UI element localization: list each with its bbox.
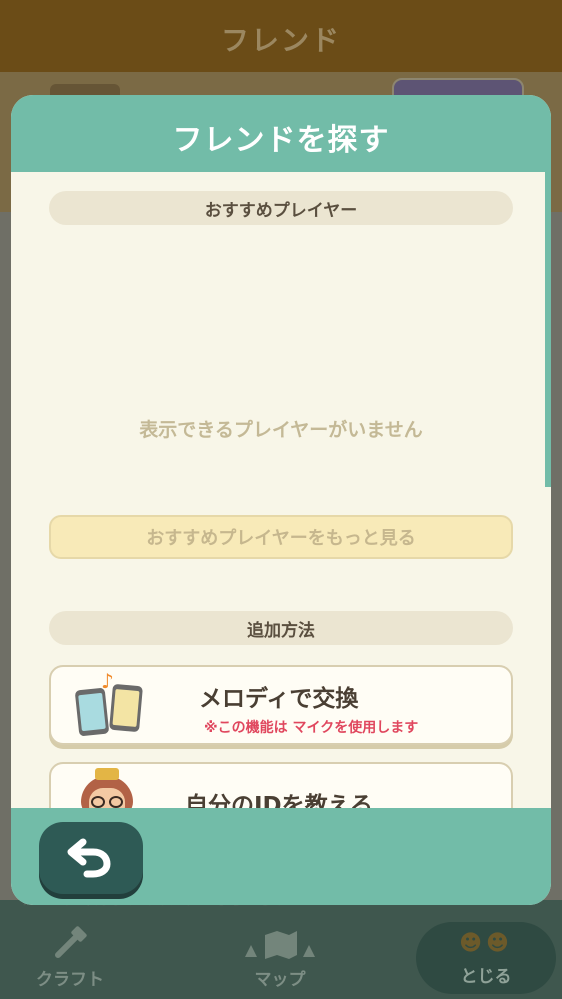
modal-title: フレンドを探す (172, 122, 390, 158)
more-recommended-button[interactable]: おすすめプレイヤーをもっと見る (49, 515, 513, 559)
empty-players-message: 表示できるプレイヤーがいません (139, 419, 423, 441)
modal-header: フレンドを探す (11, 95, 551, 172)
recommended-section-header: おすすめプレイヤー (49, 191, 513, 225)
app-header: フレンド (0, 0, 562, 72)
nav-map[interactable]: マップ (210, 925, 350, 995)
share-my-id-button[interactable]: 自分のIDを教える (49, 762, 513, 808)
phones-icon: ♪ (74, 669, 147, 739)
nav-map-label: マップ (254, 970, 306, 990)
add-methods-section-header: 追加方法 (49, 611, 513, 645)
share-my-id-label: 自分のIDを教える (185, 793, 373, 808)
microphone-note: ※この機能は マイクを使用します (204, 720, 419, 736)
back-arrow-icon (67, 834, 115, 882)
melody-exchange-label: メロディで交換 (199, 686, 359, 712)
faces-icon: ☻☻ (459, 931, 513, 956)
hammer-icon (0, 925, 140, 965)
map-icon (210, 925, 350, 965)
nav-craft-label: クラフト (36, 970, 104, 990)
modal-scroll-area[interactable]: おすすめプレイヤー 表示できるプレイヤーがいません おすすめプレイヤーをもっと見… (11, 172, 551, 808)
app-header-title: フレンド (220, 24, 341, 57)
nav-craft[interactable]: クラフト (0, 925, 140, 995)
back-button[interactable] (39, 822, 143, 894)
close-button[interactable]: ☻☻ とじる (416, 922, 556, 994)
avatar-icon (77, 766, 137, 808)
find-friends-modal: フレンドを探す おすすめプレイヤー 表示できるプレイヤーがいません おすすめプレ… (11, 95, 551, 905)
modal-footer (11, 808, 551, 905)
close-button-label: とじる (460, 967, 512, 987)
melody-exchange-button[interactable]: ♪ メロディで交換 ※この機能は マイクを使用します (49, 665, 513, 745)
